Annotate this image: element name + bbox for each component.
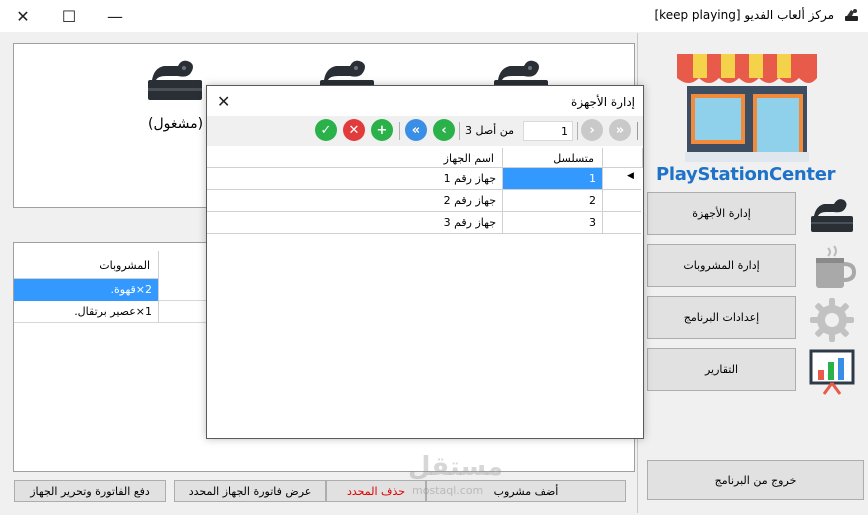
chevron-left-icon: ‹ <box>441 122 447 138</box>
current-row-icon: ◀ <box>627 171 634 181</box>
delete-button[interactable]: ✕ <box>343 119 365 141</box>
title-bar: ✕ ☐ — مركز ألعاب الفديو [keep playing] <box>0 0 868 32</box>
watermark-sub: mostaql.com <box>412 484 484 497</box>
sidebar-item-devices[interactable]: إدارة الأجهزة <box>647 192 796 235</box>
row-header[interactable] <box>603 212 641 234</box>
maximize-icon: ☐ <box>61 6 77 26</box>
sidebar-item-settings[interactable]: إعدادات البرنامج <box>647 296 796 339</box>
store-logo <box>677 54 817 162</box>
console-icon[interactable] <box>144 52 206 114</box>
brand-title: PlayStationCenter <box>656 164 836 185</box>
dialog-close-button[interactable]: ✕ <box>217 92 230 111</box>
double-chevron-right-icon: » <box>615 122 625 138</box>
toolbar-separator <box>399 122 400 140</box>
window-title: مركز ألعاب الفديو [keep playing] <box>654 8 834 22</box>
device-status-label: (مشغول) <box>148 116 204 132</box>
coffee-cup-icon <box>816 245 856 288</box>
column-header-serial[interactable]: متسلسل <box>503 148 603 168</box>
close-icon: ✕ <box>348 122 360 138</box>
show-invoice-button[interactable]: عرض فاتورة الجهاز المحدد <box>174 480 326 502</box>
sidebar-item-drinks[interactable]: إدارة المشروبات <box>647 244 796 287</box>
drinks-header: المشروبات <box>99 259 150 272</box>
serial-cell[interactable]: 2 <box>503 190 603 212</box>
record-count-label: من أصل 3 <box>465 124 514 137</box>
close-window-button[interactable]: ✕ <box>0 0 46 32</box>
serial-cell[interactable]: 1 <box>503 168 603 190</box>
row-header-corner <box>603 148 643 168</box>
check-icon: ✓ <box>320 122 332 138</box>
device-management-dialog: ✕ إدارة الأجهزة ✓ ✕ + « ‹ من أصل 3 1 › »… <box>206 85 644 439</box>
delete-selected-button[interactable]: حذف المحدد <box>326 480 426 502</box>
main-window: ✕ ☐ — مركز ألعاب الفديو [keep playing] (… <box>0 0 868 515</box>
chart-board-icon <box>809 349 855 395</box>
toolbar-grip <box>637 122 638 140</box>
maximize-window-button[interactable]: ☐ <box>46 0 92 32</box>
plus-icon: + <box>376 122 388 138</box>
minimize-window-button[interactable]: — <box>92 0 138 32</box>
dialog-title: إدارة الأجهزة <box>571 95 635 109</box>
drink-cell: 2×قهوة. <box>14 279 159 301</box>
last-record-button[interactable]: « <box>405 119 427 141</box>
chevron-right-icon: › <box>589 122 595 138</box>
toolbar-separator <box>577 122 578 140</box>
row-header[interactable]: ◀ <box>603 168 641 190</box>
column-header-name[interactable]: اسم الجهاز <box>207 148 503 168</box>
double-chevron-left-icon: « <box>411 122 421 138</box>
toolbar-separator <box>459 122 460 140</box>
drinks-header-cell: المشروبات <box>14 251 159 279</box>
device-name-cell[interactable]: جهاز رقم 2 <box>207 190 503 212</box>
save-button[interactable]: ✓ <box>315 119 337 141</box>
row-header[interactable] <box>603 190 641 212</box>
drink-cell: 1×عصير برتقال. <box>14 301 159 323</box>
close-icon: ✕ <box>16 6 30 26</box>
watermark: مستقل <box>408 452 504 482</box>
app-icon <box>845 9 858 21</box>
pay-invoice-button[interactable]: دفع الفاتورة وتحرير الجهاز <box>14 480 166 502</box>
exit-button[interactable]: خروج من البرنامج <box>647 460 864 500</box>
device-name-cell[interactable]: جهاز رقم 3 <box>207 212 503 234</box>
position-input[interactable]: 1 <box>523 121 573 141</box>
console-icon <box>811 199 853 232</box>
first-record-button[interactable]: » <box>609 119 631 141</box>
previous-record-button[interactable]: › <box>581 119 603 141</box>
minimize-icon: — <box>107 6 123 26</box>
gear-icon <box>810 298 854 342</box>
device-name-cell[interactable]: جهاز رقم 1 <box>207 168 503 190</box>
next-record-button[interactable]: ‹ <box>433 119 455 141</box>
serial-cell[interactable]: 3 <box>503 212 603 234</box>
add-button[interactable]: + <box>371 119 393 141</box>
devices-grid[interactable]: اسم الجهاز متسلسل جهاز رقم 1 1 ◀ جهاز رق… <box>207 148 643 438</box>
binding-navigator: ✓ ✕ + « ‹ من أصل 3 1 › » <box>207 116 643 146</box>
sidebar-item-reports[interactable]: التقارير <box>647 348 796 391</box>
